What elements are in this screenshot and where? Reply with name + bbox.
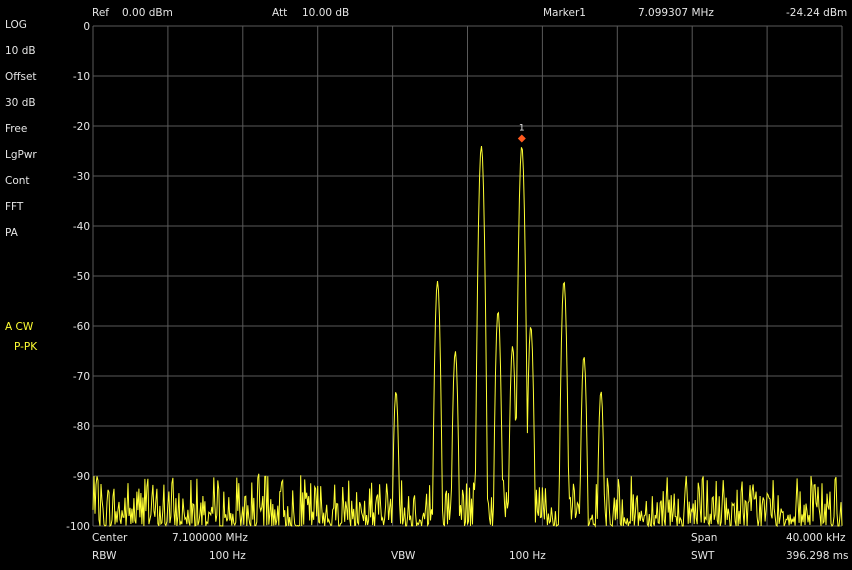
vbw-label: VBW xyxy=(391,550,416,562)
swt-label: SWT xyxy=(691,550,715,562)
rbw-label: RBW xyxy=(92,550,117,562)
rbw-value: 100 Hz xyxy=(209,550,246,562)
y-tick-label: -100 xyxy=(66,521,90,533)
center-label: Center xyxy=(92,532,128,544)
center-value: 7.100000 MHz xyxy=(172,532,248,544)
y-tick-labels: 0 -10 -20 -30 -40 -50 -60 -70 -80 -90 -100 xyxy=(66,21,90,533)
y-tick-label: -80 xyxy=(73,421,90,433)
y-tick-label: -90 xyxy=(73,471,90,483)
spectrum-plot[interactable]: 0 -10 -20 -30 -40 -50 -60 -70 -80 -90 -100 1 xyxy=(0,0,852,570)
y-tick-label: -50 xyxy=(73,271,90,283)
y-tick-label: -60 xyxy=(73,321,90,333)
plot-grid xyxy=(92,25,843,527)
marker-label-number: 1 xyxy=(519,124,525,134)
y-tick-label: -70 xyxy=(73,371,90,383)
y-tick-label: -10 xyxy=(73,71,90,83)
span-label: Span xyxy=(691,532,718,544)
y-tick-label: -40 xyxy=(73,221,90,233)
y-tick-label: -30 xyxy=(73,171,90,183)
marker-diamond xyxy=(517,134,526,143)
y-tick-label: 0 xyxy=(83,21,90,33)
swt-value: 396.298 ms xyxy=(786,550,849,562)
marker-1: 1 xyxy=(517,124,526,143)
vbw-value: 100 Hz xyxy=(509,550,546,562)
y-tick-label: -20 xyxy=(73,121,90,133)
span-value: 40.000 kHz xyxy=(786,532,846,544)
